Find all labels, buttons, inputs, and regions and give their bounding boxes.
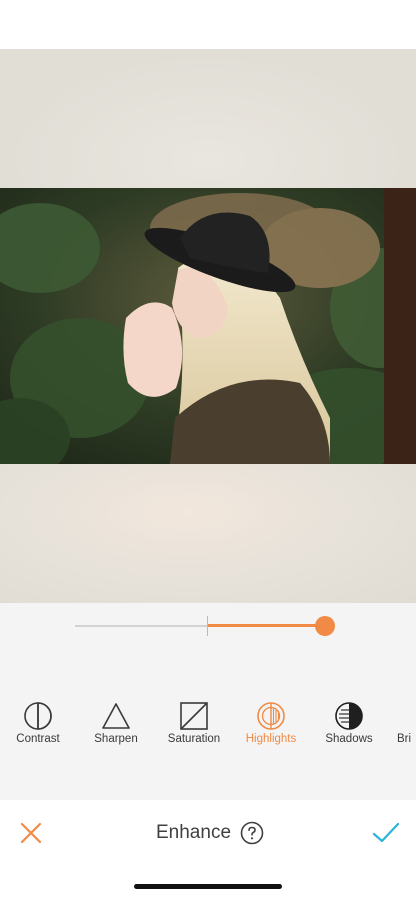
status-bar: [0, 0, 416, 49]
photo-canvas: [0, 49, 416, 603]
slider-fill: [207, 624, 322, 627]
tool-label: Shadows: [325, 733, 373, 745]
tool-brightness[interactable]: Bri: [387, 700, 416, 748]
tool-contrast[interactable]: Contrast: [0, 700, 78, 748]
photo-preview[interactable]: [0, 188, 416, 464]
tool-label: Contrast: [16, 733, 60, 745]
saturation-icon: [180, 702, 208, 730]
shadows-icon: [335, 702, 363, 730]
tool-label: Highlights: [245, 733, 297, 745]
contrast-icon: [24, 702, 52, 730]
tool-label: Sharpen: [94, 733, 138, 745]
question-circle-icon[interactable]: [240, 821, 264, 845]
home-indicator: [134, 884, 282, 889]
slider-thumb[interactable]: [315, 616, 335, 636]
close-icon[interactable]: [18, 820, 44, 846]
slider-center-mark: [207, 616, 208, 636]
tool-label: Bri: [397, 733, 412, 745]
editor-title-group: Enhance: [150, 818, 280, 848]
triangle-icon: [102, 703, 130, 729]
tool-saturation[interactable]: Saturation: [154, 700, 234, 748]
tool-label: Saturation: [167, 733, 221, 745]
highlights-icon: [257, 702, 285, 730]
blurred-background-bottom: [0, 464, 416, 603]
checkmark-icon[interactable]: [371, 820, 401, 846]
tool-shadows[interactable]: Shadows: [309, 700, 389, 748]
blurred-background-top: [0, 49, 416, 188]
page-title: Enhance: [156, 822, 232, 843]
brightness-icon: [411, 700, 416, 732]
tool-strip: Contrast Sharpen Saturation Highlights S…: [0, 700, 416, 748]
tool-sharpen[interactable]: Sharpen: [76, 700, 156, 748]
tool-highlights[interactable]: Highlights: [231, 700, 311, 748]
